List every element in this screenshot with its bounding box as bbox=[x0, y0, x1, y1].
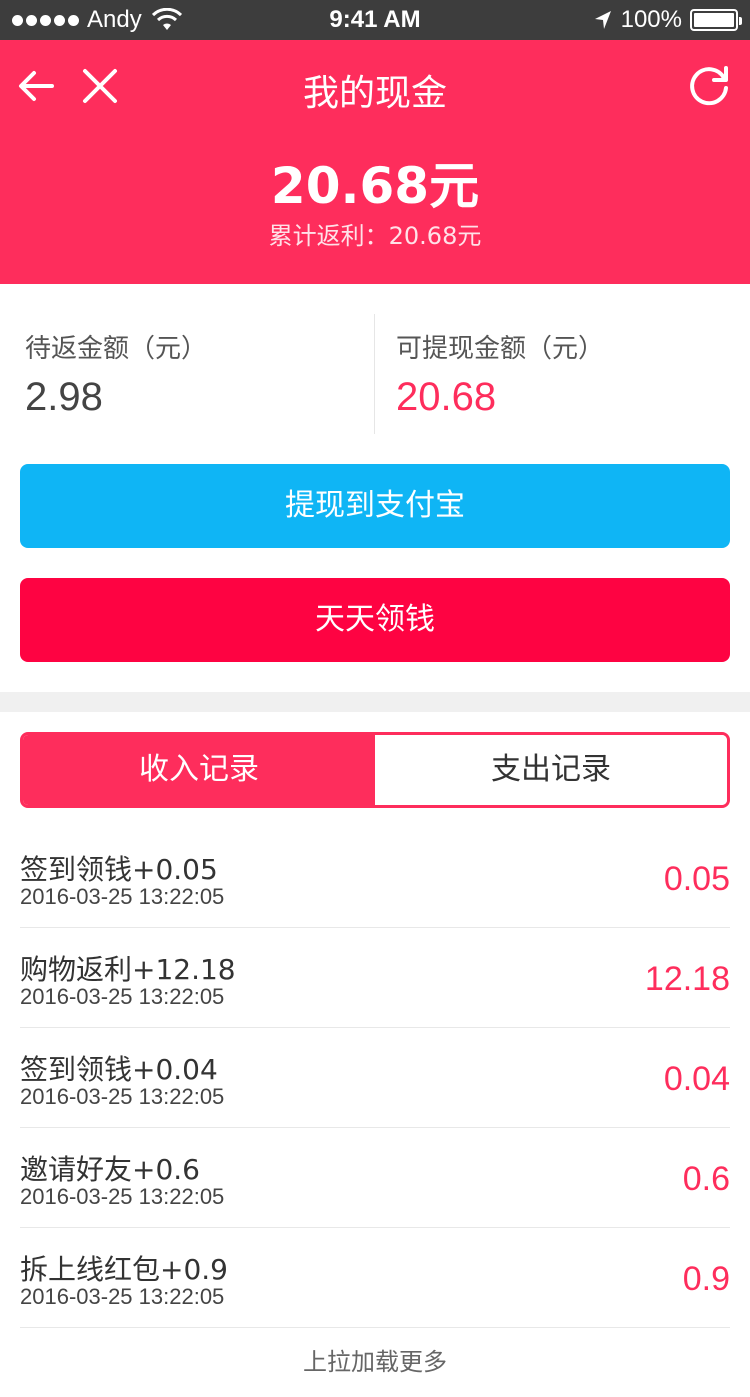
record-amount: 12.18 bbox=[644, 960, 730, 998]
record-title: 拆上线红包+0.9 bbox=[20, 1253, 228, 1286]
list-item[interactable]: 拆上线红包+0.9 2016-03-25 13:22:05 0.9 bbox=[20, 1228, 730, 1328]
pending-value: 2.98 bbox=[25, 375, 103, 419]
total-cash: 20.68元 bbox=[270, 157, 480, 215]
tab-income[interactable]: 收入记录 bbox=[23, 735, 375, 805]
battery-percent: 100% bbox=[620, 6, 682, 33]
list-item[interactable]: 签到领钱+0.04 2016-03-25 13:22:05 0.04 bbox=[20, 1028, 730, 1128]
record-title: 邀请好友+0.6 bbox=[20, 1153, 200, 1186]
record-time: 2016-03-25 13:22:05 bbox=[20, 1084, 225, 1109]
pending-label: 待返金额（元） bbox=[25, 334, 208, 364]
record-title: 购物返利+12.18 bbox=[20, 953, 236, 986]
close-icon[interactable] bbox=[78, 64, 122, 108]
amount-summary: 待返金额（元） 2.98 可提现金额（元） 20.68 bbox=[0, 284, 750, 436]
location-arrow-icon bbox=[594, 11, 611, 29]
record-list: 签到领钱+0.05 2016-03-25 13:22:05 0.05 购物返利+… bbox=[20, 828, 730, 1328]
record-amount: 0.04 bbox=[663, 1060, 730, 1098]
list-item[interactable]: 购物返利+12.18 2016-03-25 13:22:05 12.18 bbox=[20, 928, 730, 1028]
cash-header: 我的现金 20.68元 累计返利：20.68元 bbox=[0, 40, 750, 284]
record-time: 2016-03-25 13:22:05 bbox=[20, 984, 225, 1009]
carrier-name: Andy bbox=[87, 6, 142, 33]
status-bar: Andy 9:41 AM 100% bbox=[0, 0, 750, 40]
withdrawable-amount: 可提现金额（元） 20.68 bbox=[396, 328, 604, 420]
record-time: 2016-03-25 13:22:05 bbox=[20, 884, 225, 909]
pending-amount: 待返金额（元） 2.98 bbox=[25, 328, 207, 420]
signal-icon bbox=[12, 14, 79, 26]
section-divider bbox=[0, 692, 750, 712]
withdraw-alipay-button[interactable]: 提现到支付宝 bbox=[20, 464, 730, 548]
refresh-icon[interactable] bbox=[686, 62, 732, 108]
record-title: 签到领钱+0.04 bbox=[20, 1053, 218, 1086]
daily-reward-button[interactable]: 天天领钱 bbox=[20, 578, 730, 662]
record-time: 2016-03-25 13:22:05 bbox=[20, 1184, 225, 1209]
summary-divider bbox=[374, 314, 375, 434]
list-item[interactable]: 签到领钱+0.05 2016-03-25 13:22:05 0.05 bbox=[20, 828, 730, 928]
withdrawable-label: 可提现金额（元） bbox=[396, 334, 605, 364]
cumulative-rebate: 累计返利：20.68元 bbox=[268, 222, 482, 250]
record-amount: 0.6 bbox=[682, 1160, 730, 1198]
wifi-icon bbox=[151, 8, 182, 30]
tab-expense[interactable]: 支出记录 bbox=[375, 735, 727, 805]
record-amount: 0.9 bbox=[682, 1260, 730, 1298]
battery-icon bbox=[690, 9, 742, 31]
record-time: 2016-03-25 13:22:05 bbox=[20, 1284, 225, 1309]
withdrawable-value: 20.68 bbox=[396, 375, 497, 419]
status-left: Andy bbox=[12, 6, 182, 34]
record-amount: 0.05 bbox=[663, 860, 730, 898]
load-more-hint: 上拉加载更多 bbox=[303, 1348, 447, 1376]
status-right: 100% bbox=[593, 6, 742, 34]
record-title: 签到领钱+0.05 bbox=[20, 853, 218, 886]
record-tabs: 收入记录 支出记录 bbox=[20, 732, 730, 808]
back-arrow-icon[interactable] bbox=[14, 64, 58, 108]
list-item[interactable]: 邀请好友+0.6 2016-03-25 13:22:05 0.6 bbox=[20, 1128, 730, 1228]
